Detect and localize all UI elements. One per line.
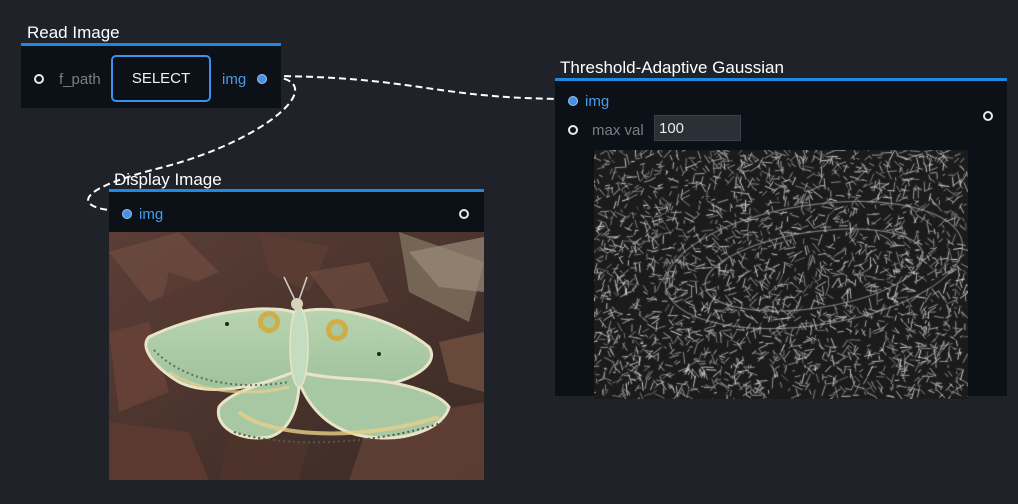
threshold-node-title[interactable]: Threshold-Adaptive Gaussian: [560, 58, 784, 78]
display-image-node[interactable]: img: [109, 189, 484, 480]
img-output-port[interactable]: [257, 74, 267, 84]
display-img-input-label: img: [139, 206, 164, 223]
node-editor-canvas[interactable]: Read Image f_path SELECT img Threshold-A…: [0, 0, 1018, 504]
max-val-label: max val: [592, 122, 644, 139]
threshold-img-input-label: img: [585, 93, 610, 110]
wire-read-to-threshold: [261, 75, 574, 100]
moth-photo: [109, 232, 484, 480]
img-output-label: img: [222, 71, 247, 88]
f-path-input-port[interactable]: [34, 74, 44, 84]
threshold-output-image: [594, 150, 968, 399]
read-image-title[interactable]: Read Image: [27, 23, 120, 43]
select-file-button[interactable]: SELECT: [111, 55, 211, 102]
threshold-img-input-port[interactable]: [568, 96, 578, 106]
threshold-node[interactable]: img max val: [555, 78, 1007, 399]
f-path-label: f_path: [59, 71, 101, 88]
read-image-node[interactable]: f_path SELECT img: [21, 43, 281, 108]
max-val-input[interactable]: [654, 115, 741, 141]
display-img-input-port[interactable]: [122, 209, 132, 219]
max-val-input-port[interactable]: [568, 125, 578, 135]
threshold-edge-pattern: [594, 150, 968, 399]
display-output-port[interactable]: [459, 209, 469, 219]
display-image-title[interactable]: Display Image: [114, 170, 222, 190]
threshold-output-port[interactable]: [983, 111, 993, 121]
moth-illustration: [109, 232, 484, 480]
